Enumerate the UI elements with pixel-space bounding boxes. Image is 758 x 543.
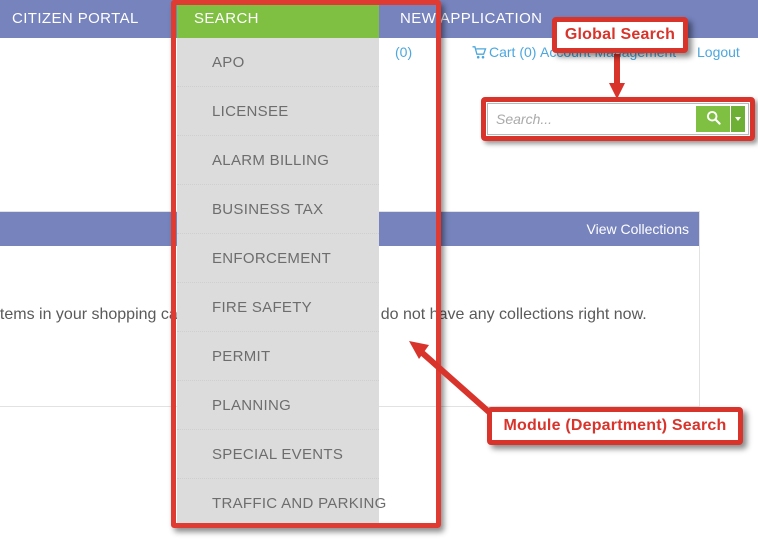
nav-item-search[interactable]: SEARCH	[177, 0, 379, 38]
global-search-box	[487, 103, 749, 135]
global-search-widget	[487, 103, 749, 135]
shopping-cart-icon	[472, 40, 487, 68]
search-menu-item[interactable]: APO	[177, 38, 379, 87]
logout-link[interactable]: Logout	[697, 38, 740, 66]
search-menu-item[interactable]: BUSINESS TAX	[177, 185, 379, 234]
search-menu-item[interactable]: SPECIAL EVENTS	[177, 430, 379, 479]
search-menu-item[interactable]: PLANNING	[177, 381, 379, 430]
view-collections-link[interactable]: View Collections	[587, 212, 689, 246]
collections-count-link[interactable]: (0)	[395, 38, 412, 66]
search-menu-item[interactable]: ENFORCEMENT	[177, 234, 379, 283]
search-dropdown-menu: APO LICENSEE ALARM BILLING BUSINESS TAX ENFO…	[177, 38, 386, 528]
nav-item-new-application[interactable]: NEW APPLICATION	[400, 0, 542, 38]
callout-global-search: Global Search	[552, 17, 688, 53]
cart-link-label: Cart (0)	[489, 44, 537, 60]
global-search-options-caret[interactable]	[731, 106, 745, 132]
page-body: You have no items in your shopping cart …	[0, 66, 758, 543]
search-menu-item[interactable]: ALARM BILLING	[177, 136, 379, 185]
magnifier-icon	[706, 110, 721, 128]
search-menu-item[interactable]: LICENSEE	[177, 87, 379, 136]
search-menu-item[interactable]: FIRE SAFETY	[177, 283, 379, 332]
global-search-input[interactable]	[488, 105, 696, 133]
search-menu-item[interactable]: PERMIT	[177, 332, 379, 381]
nav-item-citizen-portal[interactable]: CITIZEN PORTAL	[12, 0, 139, 38]
global-search-submit-button[interactable]	[696, 106, 730, 132]
page-root: You have no items in your shopping cart …	[0, 0, 758, 543]
callout-module-search: Module (Department) Search	[487, 407, 743, 445]
search-menu-item[interactable]: TRAFFIC AND PARKING	[177, 479, 386, 528]
cart-link[interactable]: Cart (0)	[472, 38, 536, 66]
